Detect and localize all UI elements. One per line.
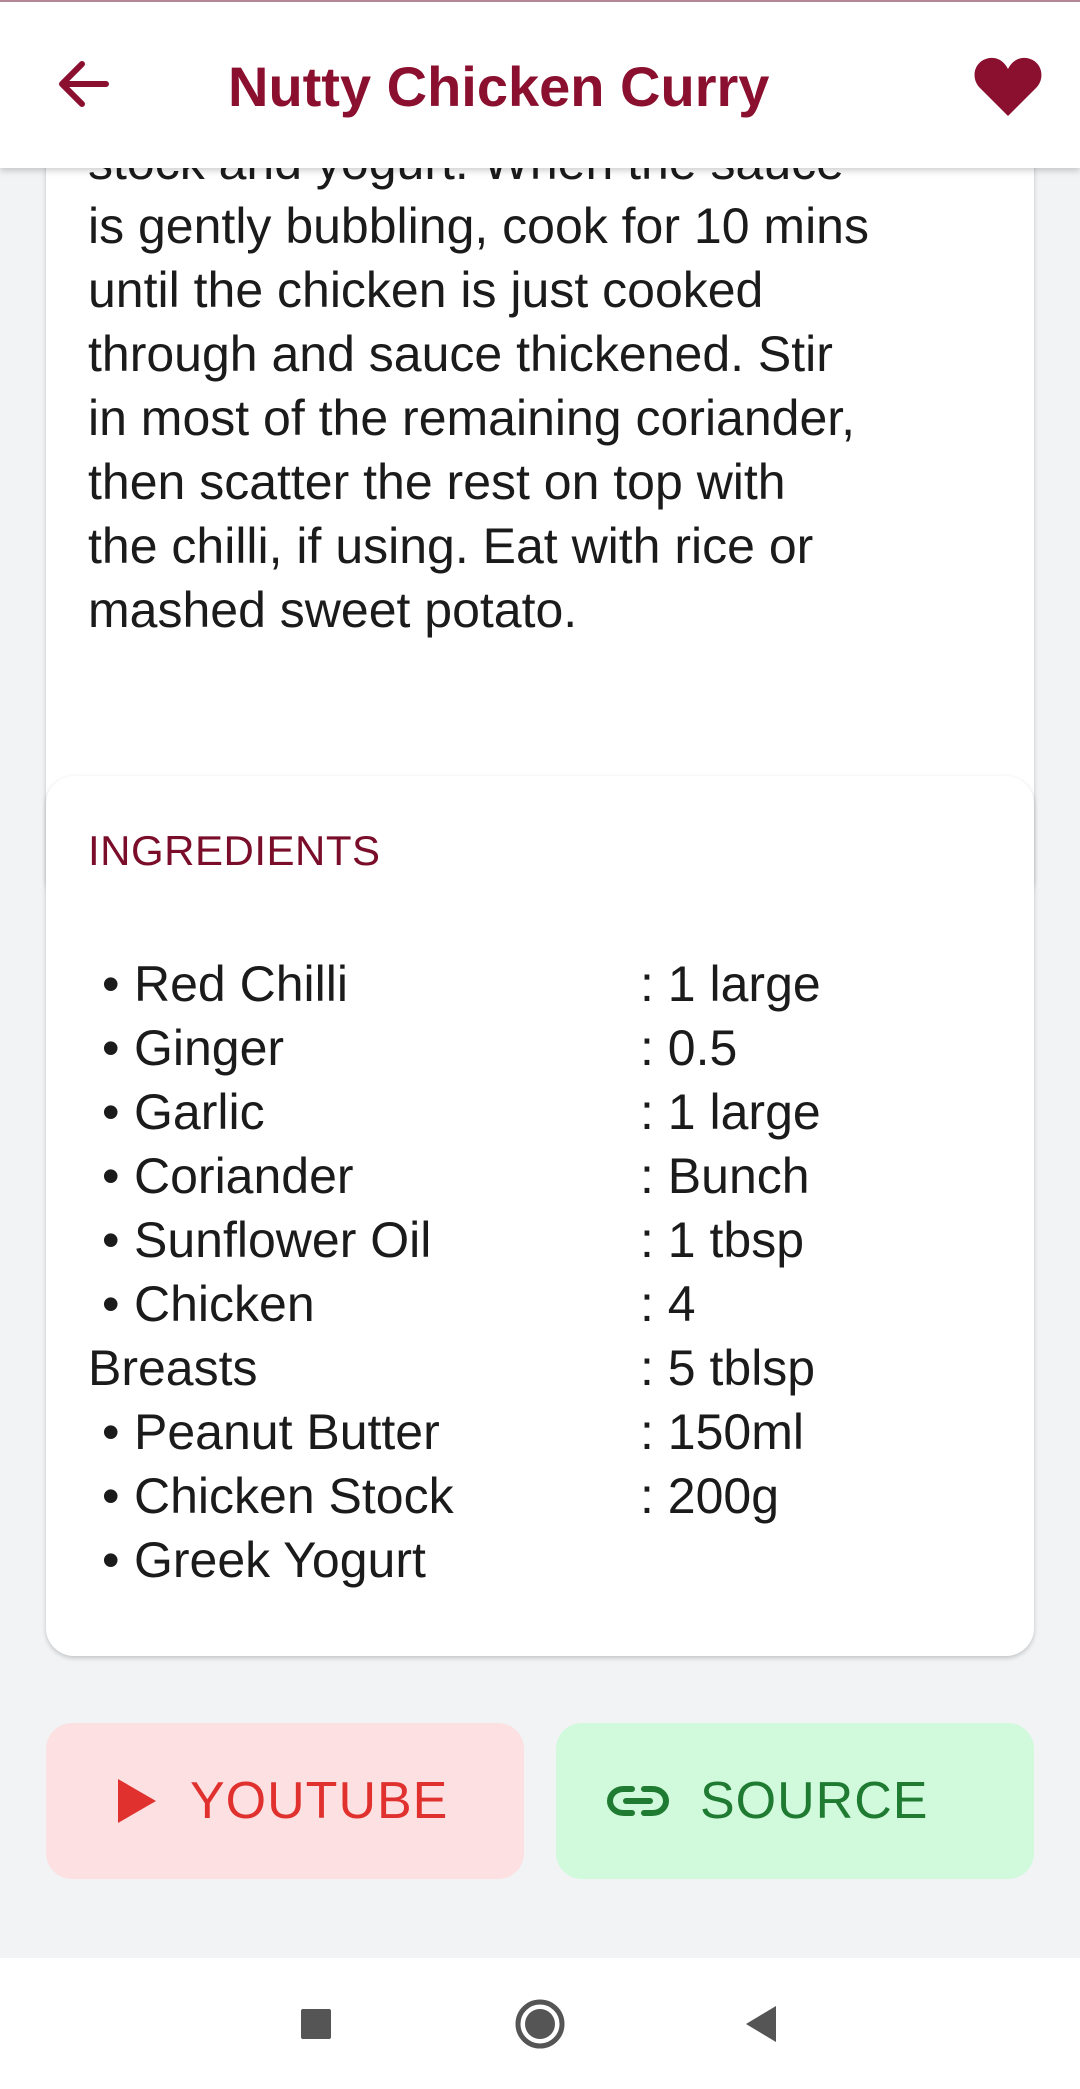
ingredient-quantity: : 150ml bbox=[640, 1400, 804, 1464]
quantity-separator: : bbox=[640, 1340, 668, 1396]
ingredient-row: • Chicken Stock: 200g bbox=[88, 1464, 988, 1528]
ingredient-name-text: Coriander bbox=[134, 1148, 354, 1204]
favorite-button[interactable] bbox=[972, 54, 1044, 120]
home-button[interactable] bbox=[508, 1992, 572, 2056]
bullet-icon: • bbox=[102, 1084, 120, 1140]
bullet-icon: • bbox=[102, 1276, 120, 1332]
ingredient-row: • Peanut Butter: 150ml bbox=[88, 1400, 988, 1464]
ingredient-row: • Chicken: 4 bbox=[88, 1272, 988, 1336]
ingredient-quantity-text: 1 tbsp bbox=[667, 1212, 805, 1268]
quantity-separator: : bbox=[640, 1468, 668, 1524]
method-line: through and sauce thickened. Stir bbox=[88, 326, 833, 382]
ingredient-name: • Coriander bbox=[88, 1144, 354, 1208]
bullet-icon: • bbox=[102, 1468, 120, 1524]
ingredient-name-text: Sunflower Oil bbox=[134, 1212, 432, 1268]
ingredient-name: • Peanut Butter bbox=[88, 1400, 440, 1464]
ingredient-quantity: : 0.5 bbox=[640, 1016, 737, 1080]
quantity-separator: : bbox=[640, 956, 668, 1012]
quantity-separator: : bbox=[640, 1020, 668, 1076]
quantity-separator: : bbox=[640, 1084, 668, 1140]
method-line: then scatter the rest on top with bbox=[88, 454, 786, 510]
ingredient-name-text: Garlic bbox=[134, 1084, 265, 1140]
ingredient-quantity-text: Bunch bbox=[667, 1148, 810, 1204]
link-icon bbox=[606, 1786, 670, 1816]
method-line: the chilli, if using. Eat with rice or bbox=[88, 518, 814, 574]
ingredient-name: • Greek Yogurt bbox=[88, 1528, 426, 1592]
ingredient-name-text: Greek Yogurt bbox=[134, 1532, 426, 1588]
quantity-separator: : bbox=[640, 1212, 668, 1268]
ingredient-name-text: Chicken Stock bbox=[134, 1468, 454, 1524]
ingredients-card: INGREDIENTS • Red Chilli: 1 large • Ginger:… bbox=[46, 776, 1034, 1656]
quantity-separator: : bbox=[640, 1404, 668, 1460]
method-line: is gently bubbling, cook for 10 mins bbox=[88, 198, 869, 254]
back-button[interactable] bbox=[52, 52, 116, 116]
recipe-scroll-area[interactable]: stock and yogurt. When the sauce is gent… bbox=[0, 168, 1080, 1958]
ingredient-quantity: : 200g bbox=[640, 1464, 779, 1528]
ingredient-name: • Ginger bbox=[88, 1016, 284, 1080]
ingredient-name: Breasts bbox=[88, 1336, 258, 1400]
app-bar: Nutty Chicken Curry bbox=[0, 2, 1080, 168]
source-button-label: SOURCE bbox=[700, 1772, 929, 1830]
method-text: stock and yogurt. When the sauce is gent… bbox=[88, 168, 1008, 642]
ingredient-row: • Garlic: 1 large bbox=[88, 1080, 988, 1144]
ingredient-name-text: Breasts bbox=[88, 1340, 258, 1396]
youtube-button-label: YOUTUBE bbox=[190, 1772, 449, 1830]
ingredient-quantity: : 1 large bbox=[640, 952, 821, 1016]
method-line: stock and yogurt. When the sauce bbox=[88, 168, 1008, 194]
square-recents-icon bbox=[301, 2009, 331, 2039]
arrow-back-icon bbox=[59, 61, 109, 107]
quantity-separator: : bbox=[640, 1276, 668, 1332]
ingredient-row: Breasts: 5 tblsp bbox=[88, 1336, 988, 1400]
triangle-back-icon bbox=[746, 2006, 776, 2042]
ingredient-quantity: : 1 large bbox=[640, 1080, 821, 1144]
bullet-icon: • bbox=[102, 1212, 120, 1268]
ingredient-quantity: : 4 bbox=[640, 1272, 696, 1336]
quantity-separator: : bbox=[640, 1148, 668, 1204]
ingredient-row: • Sunflower Oil: 1 tbsp bbox=[88, 1208, 988, 1272]
ingredient-quantity-text: 5 tblsp bbox=[667, 1340, 816, 1396]
method-line: in most of the remaining coriander, bbox=[88, 390, 856, 446]
youtube-button[interactable]: YOUTUBE bbox=[46, 1723, 524, 1879]
ingredient-quantity-text: 1 large bbox=[667, 1084, 821, 1140]
ingredient-quantity-text: 1 large bbox=[667, 956, 821, 1012]
ingredient-name-text: Ginger bbox=[134, 1020, 285, 1076]
ingredient-quantity: : Bunch bbox=[640, 1144, 810, 1208]
bullet-icon: • bbox=[102, 1148, 120, 1204]
ingredient-quantity-text: 0.5 bbox=[667, 1020, 738, 1076]
ingredient-name-text: Red Chilli bbox=[134, 956, 348, 1012]
play-icon bbox=[118, 1779, 156, 1823]
ingredient-name: • Garlic bbox=[88, 1080, 265, 1144]
ingredient-name: • Chicken Stock bbox=[88, 1464, 454, 1528]
system-back-button[interactable] bbox=[730, 1992, 794, 2056]
ingredient-name-text: Chicken bbox=[134, 1276, 315, 1332]
ingredient-quantity: : 1 tbsp bbox=[640, 1208, 804, 1272]
bullet-icon: • bbox=[102, 956, 120, 1012]
ingredient-row: • Greek Yogurt bbox=[88, 1528, 988, 1592]
ingredients-list: • Red Chilli: 1 large • Ginger: 0.5 • Garlic:… bbox=[88, 952, 988, 1592]
page-title: Nutty Chicken Curry bbox=[228, 55, 770, 118]
ingredient-row: • Ginger: 0.5 bbox=[88, 1016, 988, 1080]
ingredient-name: • Sunflower Oil bbox=[88, 1208, 431, 1272]
heart-icon bbox=[974, 57, 1042, 116]
ingredient-quantity-text: 4 bbox=[667, 1276, 696, 1332]
ingredient-row: • Red Chilli: 1 large bbox=[88, 952, 988, 1016]
circle-home-icon bbox=[515, 1999, 565, 2049]
recents-button[interactable] bbox=[284, 1992, 348, 2056]
ingredient-name: • Chicken bbox=[88, 1272, 315, 1336]
bullet-icon: • bbox=[102, 1532, 120, 1588]
bullet-icon: • bbox=[102, 1404, 120, 1460]
source-button[interactable]: SOURCE bbox=[556, 1723, 1034, 1879]
system-navigation-bar bbox=[0, 1958, 1080, 2089]
ingredient-name-text: Peanut Butter bbox=[134, 1404, 440, 1460]
bullet-icon: • bbox=[102, 1020, 120, 1076]
method-line: until the chicken is just cooked bbox=[88, 262, 764, 318]
ingredient-name: • Red Chilli bbox=[88, 952, 348, 1016]
ingredient-row: • Coriander: Bunch bbox=[88, 1144, 988, 1208]
ingredient-quantity-text: 150ml bbox=[667, 1404, 804, 1460]
method-line: mashed sweet potato. bbox=[88, 582, 578, 638]
ingredient-quantity: : 5 tblsp bbox=[640, 1336, 815, 1400]
ingredient-quantity-text: 200g bbox=[667, 1468, 780, 1524]
ingredients-heading: INGREDIENTS bbox=[88, 827, 381, 874]
